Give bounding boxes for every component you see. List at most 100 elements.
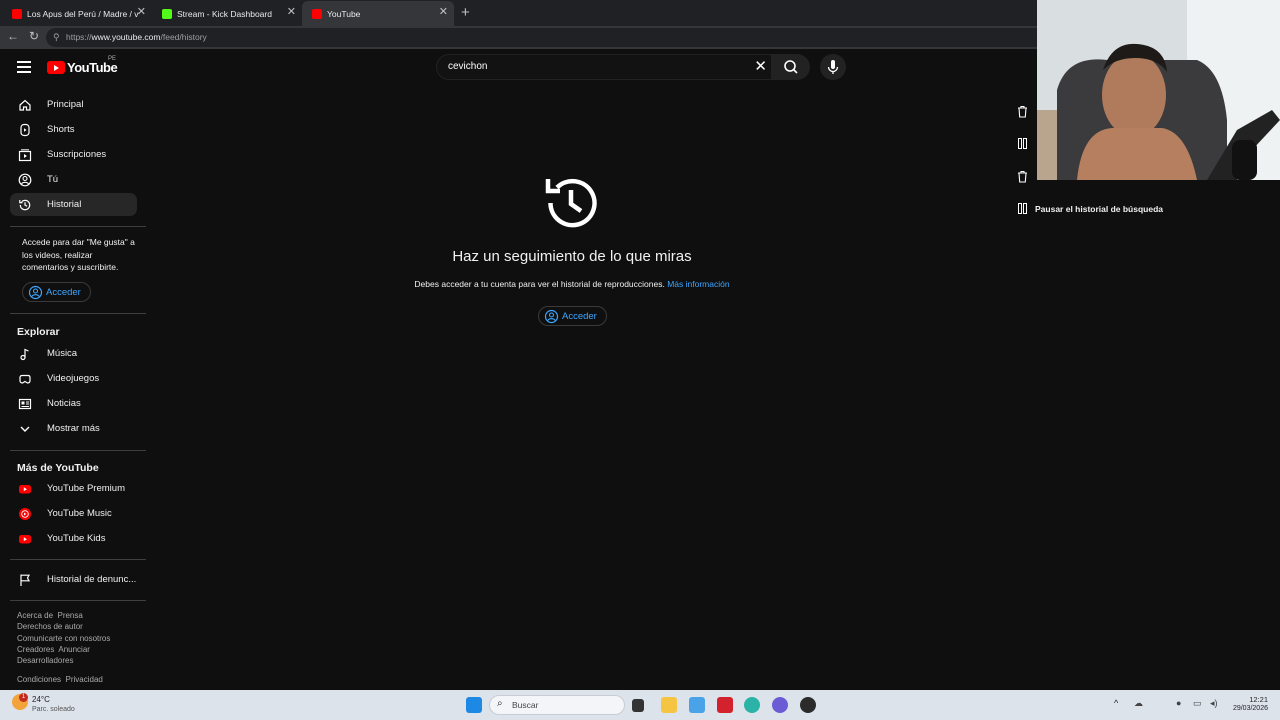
signin-prompt: Accede para dar "Me gusta" a los videos,…: [22, 237, 135, 272]
obs-icon[interactable]: [800, 697, 816, 713]
divider: [10, 226, 146, 227]
site-info-icon[interactable]: ⚲: [53, 28, 60, 47]
weather-text[interactable]: Parc. soleado: [32, 706, 75, 713]
trash-icon: [1018, 170, 1027, 183]
description-text: Debes acceder a tu cuenta para ver el hi…: [414, 279, 665, 289]
chevron-down-icon: [20, 426, 30, 432]
main-signin-button[interactable]: Acceder: [538, 306, 607, 326]
url-field[interactable]: ⚲ https://www.youtube.com/feed/history: [46, 28, 1046, 47]
tab-title: Stream - Kick Dashboard: [177, 8, 272, 19]
windows-taskbar: 1 24°C Parc. soleado ⌕ Buscar ^ ☁ ● ▭ ◂)…: [0, 690, 1280, 720]
tab-title: YouTube: [327, 8, 361, 19]
youtube-music-icon: [19, 507, 31, 520]
weather-temp[interactable]: 24°C: [32, 695, 50, 704]
footer-link[interactable]: Condiciones: [17, 675, 61, 684]
footer-link[interactable]: Desarrolladores: [17, 656, 73, 665]
kick-favicon-icon: [162, 8, 172, 19]
youtube-logo[interactable]: YouTube PE: [47, 56, 118, 75]
back-arrow-icon[interactable]: ←: [7, 29, 19, 43]
sidebar-item-youtube-premium[interactable]: YouTube Premium: [10, 477, 137, 500]
network-icon[interactable]: ▭: [1193, 698, 1202, 709]
cloud-icon[interactable]: ☁: [1134, 698, 1143, 709]
signin-button[interactable]: Acceder: [22, 282, 91, 302]
sidebar-item-suscripciones[interactable]: Suscripciones: [10, 143, 137, 166]
sidebar-item-label: Historial: [47, 199, 82, 210]
account-circle-icon: [544, 309, 559, 324]
footer-links-legal: Condiciones Privacidad: [17, 674, 142, 685]
sidebar-item-mostrar-mas[interactable]: Mostrar más: [10, 417, 137, 440]
youtube-play-icon: [47, 61, 65, 74]
clear-search-icon[interactable]: ✕: [754, 55, 767, 79]
close-tab-icon[interactable]: ✕: [287, 7, 296, 18]
footer-link[interactable]: Acerca de: [17, 611, 53, 620]
youtube-kids-icon: [19, 534, 31, 543]
clock-time[interactable]: 12:21: [1228, 695, 1268, 704]
clear-history-action[interactable]: [1016, 105, 1035, 118]
footer-link[interactable]: Anunciar: [58, 645, 90, 654]
sidebar-item-label: Suscripciones: [47, 149, 107, 160]
footer-link[interactable]: Privacidad: [65, 675, 102, 684]
clock-date[interactable]: 29/03/2026: [1220, 705, 1268, 712]
sidebar-item-shorts[interactable]: Shorts: [10, 118, 137, 141]
discord-icon[interactable]: [772, 697, 788, 713]
file-explorer-icon[interactable]: [661, 697, 677, 713]
footer-link[interactable]: Comunicarte con nosotros: [17, 634, 110, 643]
sidebar-item-label: Noticias: [47, 398, 81, 409]
sidebar-item-principal[interactable]: Principal: [10, 93, 137, 116]
pause-history-action[interactable]: [1016, 137, 1035, 150]
browser-tab[interactable]: Los Apus del Perú / Madre / video ✕: [2, 1, 152, 26]
sidebar-item-label: Tú: [47, 174, 59, 185]
sidebar-item-musica[interactable]: Música: [10, 342, 137, 365]
browser-tab[interactable]: Stream - Kick Dashboard ✕: [152, 1, 302, 26]
close-tab-icon[interactable]: ✕: [439, 7, 448, 18]
sidebar-item-label: Música: [47, 348, 78, 359]
account-circle-icon: [28, 285, 43, 300]
manage-history-action[interactable]: [1016, 170, 1035, 183]
pause-icon: [1018, 138, 1027, 149]
app-icon[interactable]: [717, 697, 733, 713]
trash-icon: [1018, 105, 1027, 118]
close-tab-icon[interactable]: ✕: [137, 7, 146, 18]
edge-icon[interactable]: [744, 697, 760, 713]
sidebar-item-youtube-kids[interactable]: YouTube Kids: [10, 527, 137, 550]
empty-state-description: Debes acceder a tu cuenta para ver el hi…: [380, 279, 764, 289]
chevron-up-icon[interactable]: ^: [1114, 698, 1118, 708]
search-input[interactable]: cevichon ✕: [436, 54, 772, 80]
url-domain: www.youtube.com: [91, 32, 161, 42]
sidebar-item-historial-denuncias[interactable]: Historial de denunc...: [10, 568, 137, 591]
subscriptions-icon: [18, 148, 32, 161]
url-scheme: https://: [66, 32, 92, 42]
footer-link[interactable]: Creadores: [17, 645, 54, 654]
youtube-favicon-icon: [12, 8, 22, 19]
task-view-icon[interactable]: [632, 699, 644, 712]
windows-start-icon[interactable]: [466, 697, 482, 713]
volume-icon[interactable]: ◂): [1210, 698, 1218, 709]
empty-state-title: Haz un seguimiento de lo que miras: [452, 248, 692, 265]
search-button[interactable]: [772, 54, 810, 80]
sidebar-item-label: Videojuegos: [47, 373, 100, 384]
section-title-mas-de-youtube: Más de YouTube: [17, 462, 99, 474]
shorts-icon: [20, 123, 30, 136]
music-icon: [20, 348, 29, 360]
sidebar-item-noticias[interactable]: Noticias: [10, 392, 137, 415]
menu-icon[interactable]: [17, 61, 31, 73]
sidebar-item-videojuegos[interactable]: Videojuegos: [10, 367, 137, 390]
you-icon: [18, 173, 32, 186]
new-tab-icon[interactable]: +: [461, 4, 470, 21]
sidebar-item-youtube-music[interactable]: YouTube Music: [10, 502, 137, 525]
microphone-icon[interactable]: ●: [1176, 698, 1181, 708]
browser-tab-active[interactable]: YouTube ✕: [302, 1, 454, 26]
footer-link[interactable]: Derechos de autor: [17, 622, 83, 631]
footer-link[interactable]: Prensa: [57, 611, 82, 620]
reload-icon[interactable]: ↻: [29, 29, 39, 43]
pause-search-history-action[interactable]: Pausar el historial de búsqueda: [1016, 202, 1163, 215]
divider: [10, 450, 146, 451]
copilot-icon[interactable]: [689, 697, 705, 713]
sidebar-item-label: Principal: [47, 99, 84, 110]
sidebar-item-tu[interactable]: Tú: [10, 168, 137, 191]
sidebar-item-historial[interactable]: Historial: [10, 193, 137, 216]
more-info-link[interactable]: Más información: [667, 279, 729, 289]
tab-title: Los Apus del Perú / Madre / video: [27, 8, 139, 19]
taskbar-search[interactable]: ⌕ Buscar: [489, 695, 625, 715]
voice-search-button[interactable]: [820, 54, 846, 80]
